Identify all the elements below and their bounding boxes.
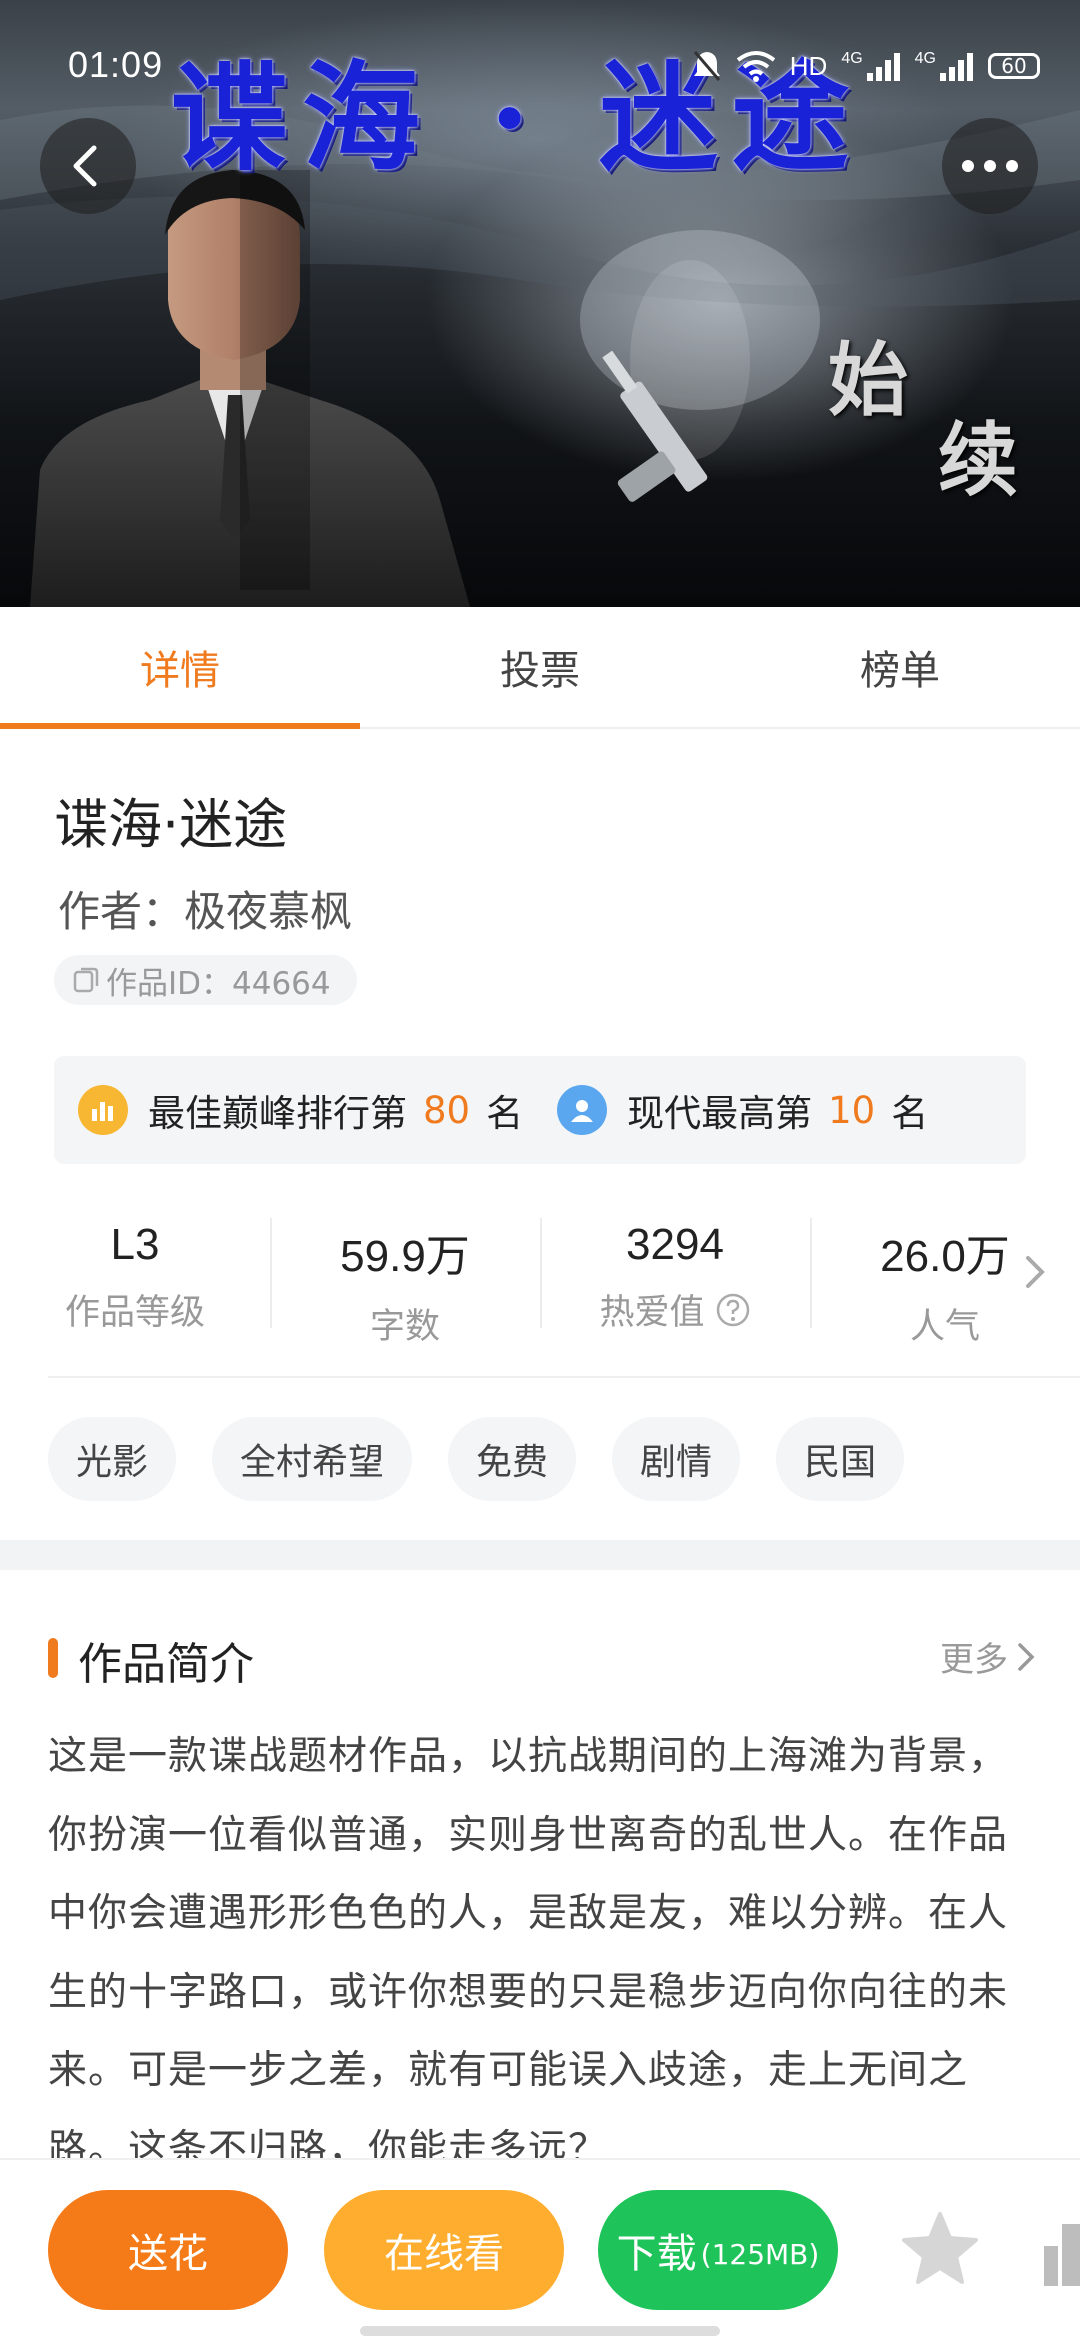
stat-word-count-value: 59.9万	[340, 1232, 470, 1281]
signal-icon	[866, 53, 900, 81]
download-label: 下载	[616, 2231, 697, 2277]
chevron-right-icon	[1018, 1642, 1035, 1671]
stat-level-label: 作品等级	[64, 1293, 205, 1333]
status-icons: HD 4G 4G 60	[692, 46, 1040, 86]
network-4g-a: 4G	[841, 50, 863, 67]
send-flower-button[interactable]: 送花	[48, 2190, 288, 2310]
rank-modern-suffix: 名	[891, 1092, 929, 1135]
stat-level-value: L3	[110, 1220, 160, 1269]
tag-chip[interactable]: 全村希望	[212, 1417, 413, 1501]
tag-list: 光影 全村希望 免费 剧情 民国	[48, 1417, 905, 1501]
bell-muted-icon	[693, 51, 720, 81]
cover-banner: 谍海 · 迷途 始 续 01:09 HD 4G 4G 60	[0, 0, 1080, 607]
stat-divider	[270, 1218, 272, 1328]
status-bar: 01:09 HD 4G 4G 60	[0, 0, 1080, 130]
cover-side-text: 始 续	[828, 330, 1018, 510]
active-tab-indicator	[0, 723, 360, 729]
rank-peak-suffix: 名	[486, 1092, 524, 1135]
tag-chip[interactable]: 剧情	[612, 1417, 741, 1501]
stat-word-count: 59.9万 字数	[270, 1210, 540, 1350]
network-4g-b: 4G	[914, 50, 936, 67]
more-options-button[interactable]	[942, 118, 1038, 214]
stat-love-label: 热爱值	[540, 1284, 810, 1335]
intro-more-label: 更多	[940, 1640, 1008, 1680]
battery-icon: 60	[988, 53, 1040, 79]
download-button[interactable]: 下载 (125MB)	[598, 2190, 838, 2310]
detail-tabs: 详情 投票 榜单	[0, 607, 1080, 729]
tab-vote[interactable]: 投票	[360, 607, 720, 727]
rank-peak-prefix: 最佳巅峰排行第	[148, 1092, 407, 1135]
chevron-left-icon	[73, 145, 97, 187]
cover-side-char-1: 始	[828, 333, 908, 427]
bottom-action-bar: 送花 在线看 下载 (125MB)	[0, 2158, 1080, 2342]
rank-peak-number: 80	[423, 1088, 471, 1132]
stat-level: L3 作品等级	[0, 1210, 270, 1350]
divider	[48, 1376, 1080, 1378]
intro-more-link[interactable]: 更多	[940, 1632, 1036, 1681]
read-online-button[interactable]: 在线看	[324, 2190, 564, 2310]
tag-chip[interactable]: 光影	[48, 1417, 177, 1501]
bar-chart-icon	[78, 1085, 128, 1135]
intro-heading: 作品简介	[78, 1639, 254, 1690]
chevron-right-icon[interactable]	[1022, 1252, 1048, 1292]
rank-icon[interactable]	[1040, 2220, 1080, 2286]
stat-divider	[810, 1218, 812, 1328]
status-time: 01:09	[68, 44, 164, 85]
favorite-star-icon[interactable]	[900, 2210, 980, 2286]
rank-modern-number: 10	[828, 1088, 876, 1132]
ranking-banner[interactable]: 最佳巅峰排行第 80 名 现代最高第 10 名	[54, 1056, 1026, 1164]
work-title: 谍海·迷途	[54, 793, 288, 856]
stat-popularity-label: 人气	[909, 1307, 980, 1347]
back-button[interactable]	[40, 118, 136, 214]
help-icon[interactable]	[715, 1292, 751, 1328]
signal-icon-2	[940, 53, 973, 81]
user-badge-icon	[557, 1085, 608, 1135]
work-id-label: 作品ID：44664	[106, 965, 331, 1002]
tab-details[interactable]: 详情	[0, 607, 360, 727]
stat-love: 3294 热爱值	[540, 1210, 810, 1350]
cover-side-char-2: 续	[938, 413, 1018, 507]
rank-modern: 现代最高第 10 名	[557, 1083, 928, 1137]
wifi-icon	[736, 51, 775, 82]
tab-rankings[interactable]: 榜单	[720, 607, 1080, 727]
rank-modern-prefix: 现代最高第	[627, 1092, 813, 1135]
stat-love-value: 3294	[626, 1220, 724, 1269]
author-name[interactable]: 作者：极夜慕枫	[58, 878, 352, 939]
rank-peak: 最佳巅峰排行第 80 名	[78, 1083, 523, 1137]
more-dots-icon	[962, 160, 1018, 172]
download-size: (125MB)	[700, 2237, 820, 2271]
hd-label: HD	[789, 50, 828, 81]
stat-divider	[540, 1218, 542, 1328]
work-id-chip[interactable]: 作品ID：44664	[54, 955, 357, 1005]
intro-text: 这是一款谍战题材作品，以抗战期间的上海滩为背景，你扮演一位看似普通，实则身世离奇…	[48, 1734, 1009, 2158]
home-indicator[interactable]	[360, 2326, 720, 2336]
tag-chip[interactable]: 免费	[448, 1417, 577, 1501]
copy-icon	[73, 967, 99, 993]
stat-word-count-label: 字数	[369, 1307, 440, 1347]
section-separator	[0, 1540, 1080, 1570]
tag-chip[interactable]: 民国	[776, 1417, 905, 1501]
section-accent-bar	[48, 1638, 58, 1678]
